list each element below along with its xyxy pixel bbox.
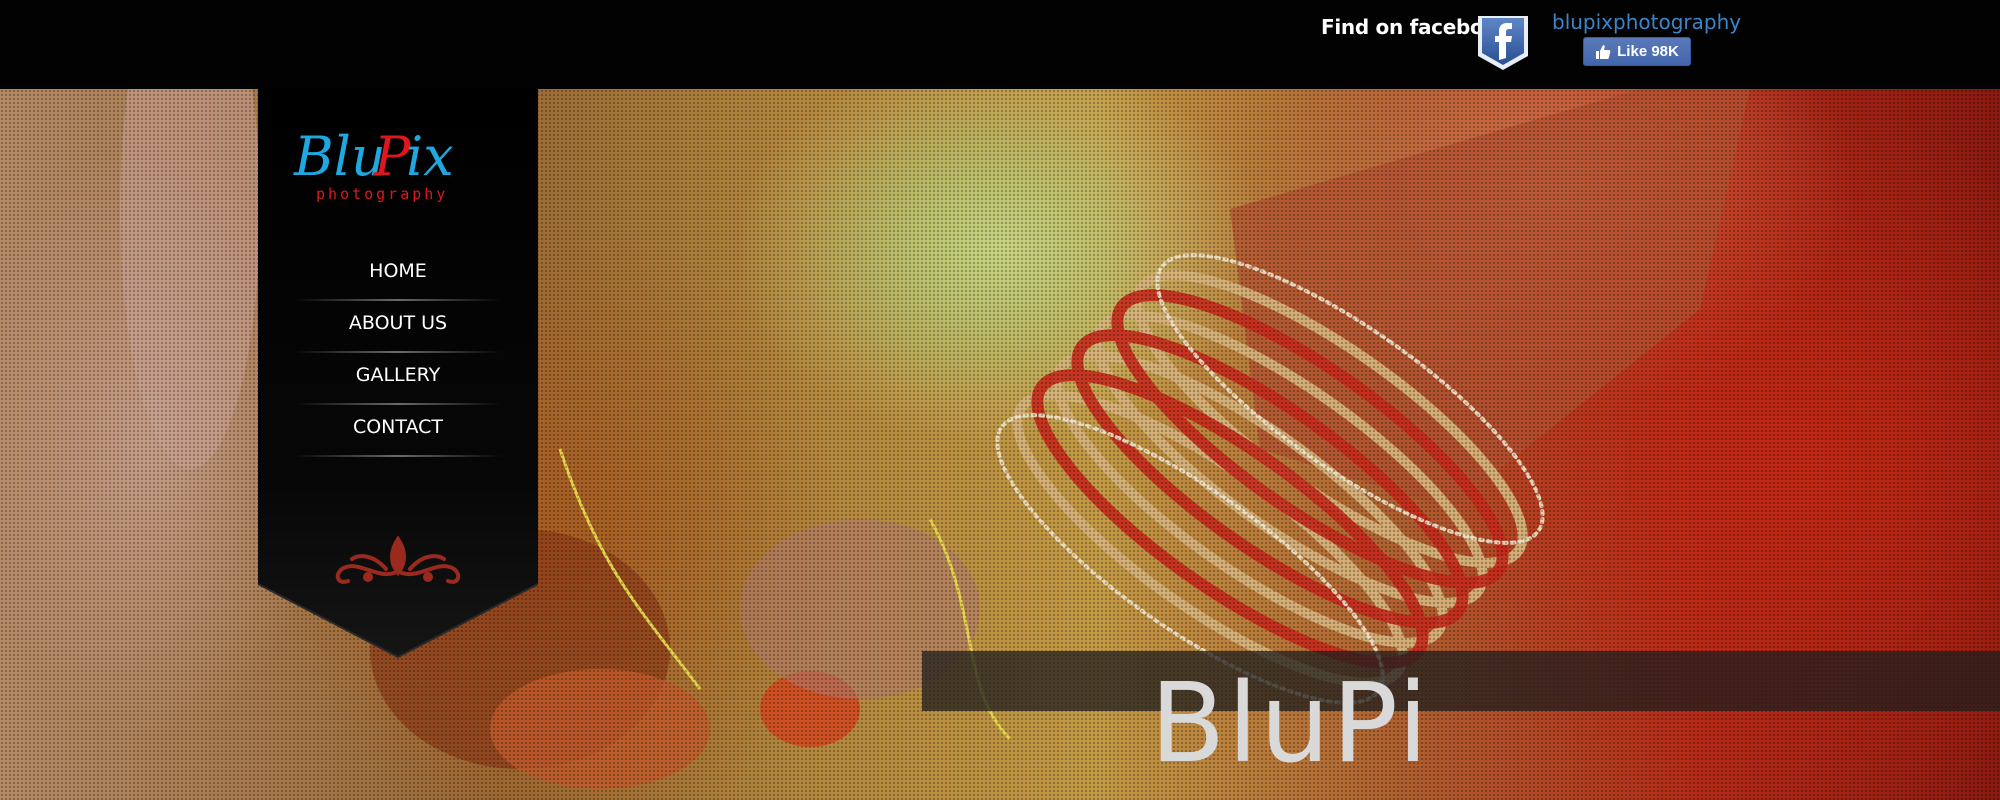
like-count-label: Like 98K: [1617, 43, 1679, 60]
svg-text:ix: ix: [406, 125, 454, 188]
svg-text:Blu: Blu: [293, 125, 386, 188]
nav-item-about-us: ABOUT US: [294, 301, 502, 353]
top-bar: Find on facebook blupixphotography Like …: [0, 0, 2000, 89]
facebook-like-button[interactable]: Like 98K: [1583, 37, 1691, 66]
main-navigation: HOME ABOUT US GALLERY CONTACT: [294, 249, 502, 457]
nav-link-home[interactable]: HOME: [294, 249, 502, 299]
facebook-f-icon[interactable]: [1474, 12, 1532, 74]
caption-band: [922, 651, 2000, 711]
blupix-logo[interactable]: Blu P ix photography: [288, 103, 498, 203]
side-menu-panel: Blu P ix photography HOME ABOUT US GALLE…: [258, 89, 538, 659]
nav-item-contact: CONTACT: [294, 405, 502, 457]
nav-divider: [294, 455, 502, 457]
nav-link-about-us[interactable]: ABOUT US: [294, 301, 502, 351]
floral-ornament-icon: [335, 535, 461, 584]
nav-item-home: HOME: [294, 249, 502, 301]
page: Find on facebook blupixphotography Like …: [0, 0, 2000, 800]
hero-caption: BluPi: [1150, 659, 1431, 787]
nav-item-gallery: GALLERY: [294, 353, 502, 405]
nav-link-contact[interactable]: CONTACT: [294, 405, 502, 455]
thumbs-up-icon: [1596, 44, 1611, 59]
nav-link-gallery[interactable]: GALLERY: [294, 353, 502, 403]
facebook-page-link[interactable]: blupixphotography: [1552, 10, 1741, 34]
svg-text:photography: photography: [316, 185, 448, 203]
